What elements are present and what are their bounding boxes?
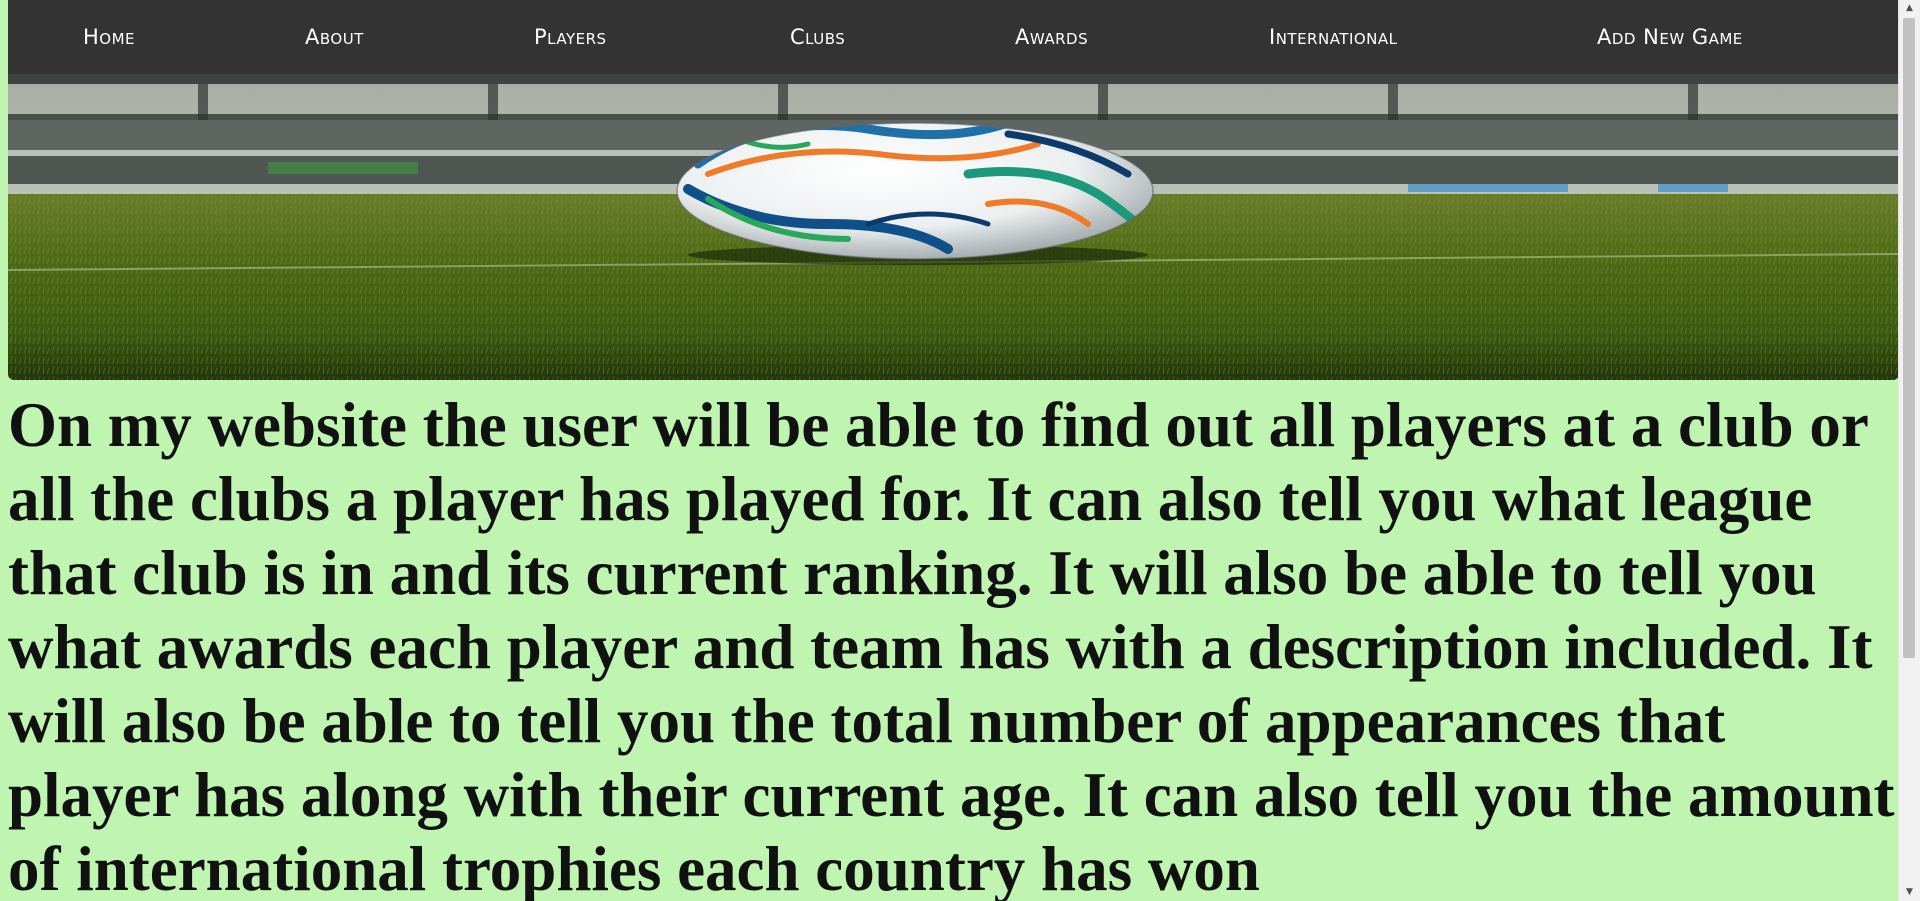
site-description: On my website the user will be able to f…	[8, 390, 1895, 901]
nav-link-about[interactable]: About	[305, 0, 364, 74]
hero-banner	[8, 74, 1899, 380]
scroll-up-arrow-icon[interactable]: ▲	[1899, 0, 1920, 17]
nav-link-players[interactable]: Players	[534, 0, 607, 74]
football-on-pitch-image	[8, 74, 1899, 380]
nav-link-clubs[interactable]: Clubs	[790, 0, 845, 74]
top-navbar: Home About Players Clubs Awards Internat…	[8, 0, 1899, 74]
nav-link-home[interactable]: Home	[83, 0, 135, 74]
page: Home About Players Clubs Awards Internat…	[8, 0, 1899, 901]
scroll-down-arrow-icon[interactable]: ▼	[1899, 884, 1920, 901]
vertical-scrollbar[interactable]: ▲ ▼	[1898, 0, 1920, 901]
nav-link-international[interactable]: International	[1269, 0, 1398, 74]
nav-link-awards[interactable]: Awards	[1015, 0, 1088, 74]
nav-link-add-new-game[interactable]: Add New Game	[1597, 0, 1743, 74]
scrollbar-thumb[interactable]	[1903, 18, 1915, 658]
